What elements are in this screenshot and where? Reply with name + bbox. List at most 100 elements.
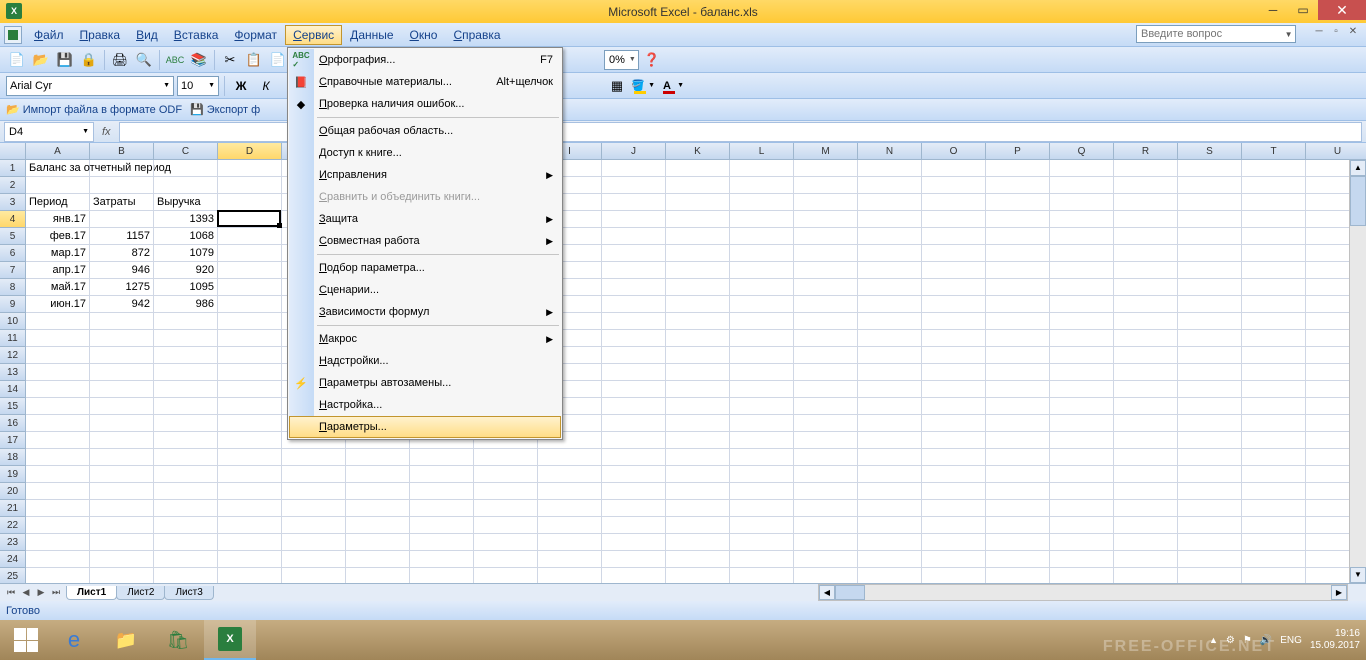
- cell[interactable]: [858, 534, 922, 551]
- cell[interactable]: [986, 194, 1050, 211]
- cell[interactable]: [730, 432, 794, 449]
- cell[interactable]: [1114, 483, 1178, 500]
- menu-item[interactable]: Совместная работа▶: [289, 230, 561, 252]
- cell[interactable]: [1050, 432, 1114, 449]
- menu-item[interactable]: ⚡Параметры автозамены...: [289, 372, 561, 394]
- row-head-22[interactable]: 22: [0, 517, 26, 534]
- cell[interactable]: 986: [154, 296, 218, 313]
- cell[interactable]: [1242, 228, 1306, 245]
- row-head-5[interactable]: 5: [0, 228, 26, 245]
- scroll-left-arrow[interactable]: ◀: [819, 585, 835, 600]
- cell[interactable]: [1114, 347, 1178, 364]
- col-head-P[interactable]: P: [986, 143, 1050, 160]
- cell[interactable]: [858, 381, 922, 398]
- col-head-M[interactable]: M: [794, 143, 858, 160]
- cell[interactable]: [922, 228, 986, 245]
- cell[interactable]: [154, 449, 218, 466]
- cell[interactable]: [1242, 534, 1306, 551]
- scroll-down-arrow[interactable]: ▼: [1350, 567, 1366, 583]
- copy-button[interactable]: 📋: [243, 49, 265, 71]
- cell[interactable]: [986, 228, 1050, 245]
- cell[interactable]: [922, 517, 986, 534]
- cell[interactable]: [1178, 551, 1242, 568]
- cell[interactable]: [410, 534, 474, 551]
- cell[interactable]: [922, 415, 986, 432]
- cell[interactable]: [1242, 262, 1306, 279]
- cell[interactable]: [858, 228, 922, 245]
- horizontal-scrollbar[interactable]: ◀ ▶: [818, 584, 1348, 601]
- menu-item[interactable]: Доступ к книге...: [289, 142, 561, 164]
- cell[interactable]: [1242, 551, 1306, 568]
- cell[interactable]: [794, 262, 858, 279]
- scroll-right-arrow[interactable]: ▶: [1331, 585, 1347, 600]
- cell[interactable]: [26, 551, 90, 568]
- menu-item[interactable]: Параметры...: [289, 416, 561, 438]
- cell[interactable]: мар.17: [26, 245, 90, 262]
- cell[interactable]: [90, 534, 154, 551]
- cell[interactable]: [1050, 330, 1114, 347]
- cell[interactable]: [282, 483, 346, 500]
- cell[interactable]: [666, 228, 730, 245]
- cell[interactable]: [858, 364, 922, 381]
- cell[interactable]: [538, 500, 602, 517]
- cell[interactable]: [1178, 381, 1242, 398]
- cell[interactable]: [1114, 551, 1178, 568]
- cell[interactable]: [1114, 228, 1178, 245]
- cell[interactable]: [858, 551, 922, 568]
- cell[interactable]: [730, 500, 794, 517]
- cell[interactable]: [1114, 177, 1178, 194]
- cell[interactable]: [218, 449, 282, 466]
- menu-вставка[interactable]: Вставка: [166, 25, 227, 45]
- cell[interactable]: [538, 466, 602, 483]
- cell[interactable]: [1178, 500, 1242, 517]
- cell[interactable]: [90, 381, 154, 398]
- cell[interactable]: [474, 534, 538, 551]
- select-all-corner[interactable]: [0, 143, 26, 160]
- row-head-19[interactable]: 19: [0, 466, 26, 483]
- cell[interactable]: [1050, 194, 1114, 211]
- cell[interactable]: [1114, 296, 1178, 313]
- cell[interactable]: [538, 517, 602, 534]
- cell[interactable]: [666, 568, 730, 583]
- cell[interactable]: [602, 160, 666, 177]
- maximize-button[interactable]: ▭: [1288, 0, 1318, 20]
- tab-last[interactable]: ⏭: [49, 587, 63, 598]
- row-head-17[interactable]: 17: [0, 432, 26, 449]
- cell[interactable]: [1050, 347, 1114, 364]
- cell[interactable]: [1242, 177, 1306, 194]
- cell[interactable]: [922, 449, 986, 466]
- font-color-button[interactable]: A▼: [660, 76, 686, 96]
- cell[interactable]: [1050, 160, 1114, 177]
- cell[interactable]: [410, 568, 474, 583]
- cell[interactable]: [1178, 347, 1242, 364]
- cell[interactable]: [154, 517, 218, 534]
- cell[interactable]: [282, 551, 346, 568]
- cell[interactable]: [218, 194, 282, 211]
- paste-button[interactable]: 📄: [267, 49, 289, 71]
- cell[interactable]: 942: [90, 296, 154, 313]
- cell[interactable]: [218, 330, 282, 347]
- menu-item[interactable]: Зависимости формул▶: [289, 301, 561, 323]
- cell[interactable]: [986, 279, 1050, 296]
- cell[interactable]: [1050, 245, 1114, 262]
- col-head-L[interactable]: L: [730, 143, 794, 160]
- cell[interactable]: [602, 568, 666, 583]
- cell[interactable]: [1050, 551, 1114, 568]
- cell[interactable]: [1242, 500, 1306, 517]
- cell[interactable]: [1242, 432, 1306, 449]
- cell[interactable]: [90, 483, 154, 500]
- cell[interactable]: [1050, 279, 1114, 296]
- close-button[interactable]: ✕: [1318, 0, 1366, 20]
- cell[interactable]: [1178, 245, 1242, 262]
- permission-button[interactable]: 🔒: [78, 49, 100, 71]
- cell[interactable]: [922, 194, 986, 211]
- cell[interactable]: [858, 466, 922, 483]
- cell[interactable]: [986, 381, 1050, 398]
- cell[interactable]: [410, 466, 474, 483]
- cell[interactable]: [1242, 466, 1306, 483]
- cell[interactable]: [858, 432, 922, 449]
- cell[interactable]: [1050, 517, 1114, 534]
- cell[interactable]: [1242, 330, 1306, 347]
- cell[interactable]: [346, 483, 410, 500]
- cell[interactable]: [1050, 500, 1114, 517]
